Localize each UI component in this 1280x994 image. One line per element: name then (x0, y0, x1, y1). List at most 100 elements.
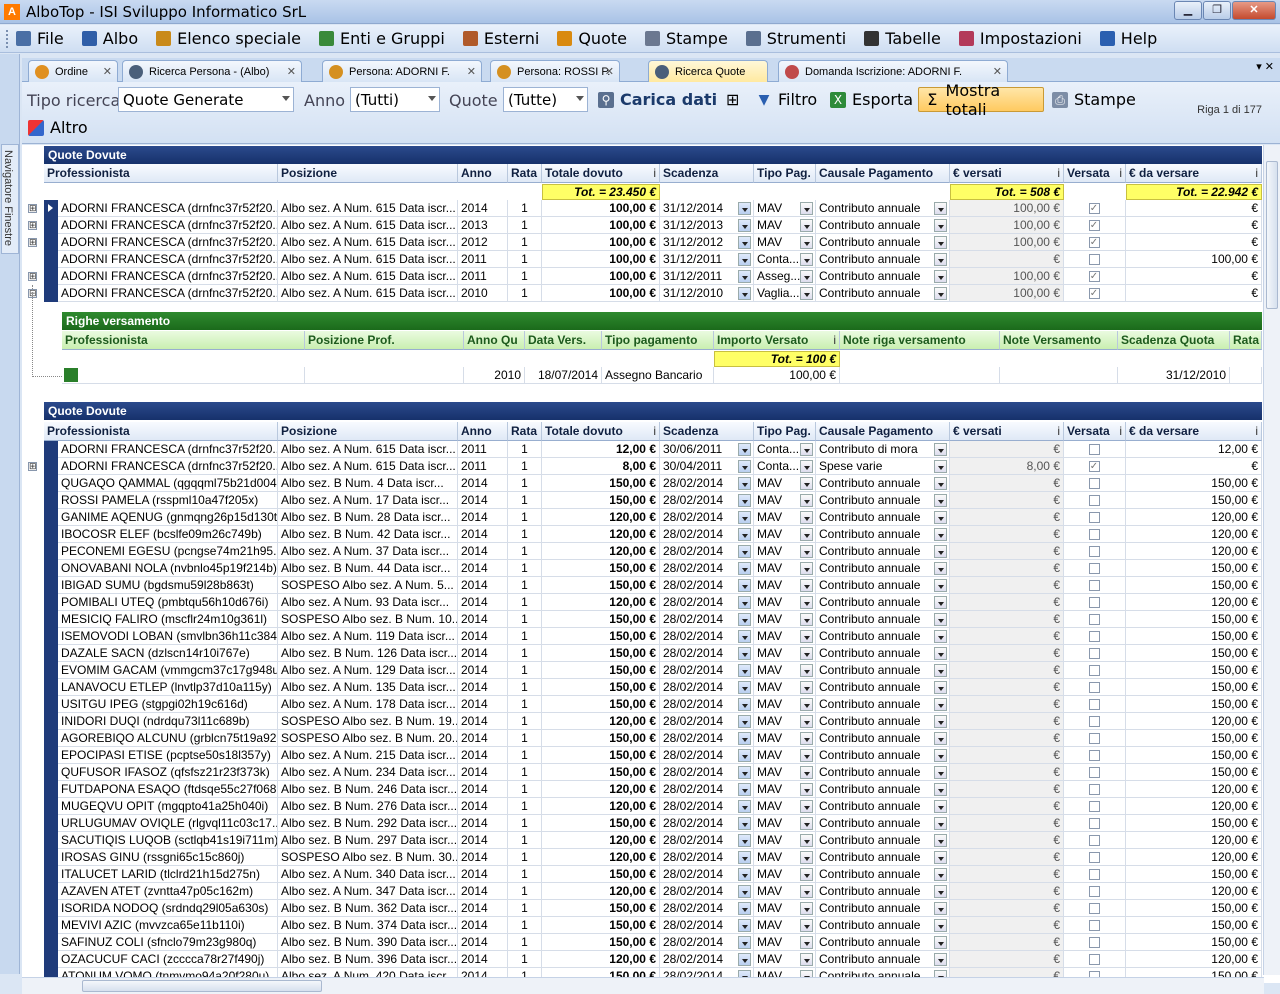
cell-tipo[interactable]: MAV (754, 798, 816, 815)
chevron-down-icon[interactable] (800, 885, 813, 898)
chevron-down-icon[interactable] (800, 766, 813, 779)
cell-scad[interactable]: 28/02/2014 (660, 951, 754, 968)
versata-checkbox[interactable] (1088, 597, 1100, 608)
expand-icon[interactable]: ⊞ (28, 221, 37, 230)
cell-scad[interactable]: 31/12/2014 (660, 200, 754, 217)
cell-versata[interactable] (1064, 441, 1126, 458)
chevron-down-icon[interactable] (738, 851, 751, 864)
cell-scad[interactable]: 30/06/2011 (660, 441, 754, 458)
chevron-down-icon[interactable] (934, 766, 947, 779)
cell-causale[interactable]: Contributo annuale (816, 900, 950, 917)
cell-tipo[interactable]: MAV (754, 934, 816, 951)
cell-tipo[interactable]: MAV (754, 475, 816, 492)
expand-icon[interactable]: ⊞ (28, 272, 37, 281)
cell-versata[interactable] (1064, 611, 1126, 628)
row-indicator[interactable] (44, 815, 58, 832)
versata-checkbox[interactable] (1088, 699, 1100, 710)
chevron-down-icon[interactable] (934, 834, 947, 847)
tab-ordine[interactable]: Ordine ✕ (28, 60, 118, 82)
versata-checkbox[interactable] (1088, 903, 1100, 914)
cell-scad[interactable]: 28/02/2014 (660, 832, 754, 849)
cell-causale[interactable]: Contributo annuale (816, 526, 950, 543)
cell-tipo[interactable]: MAV (754, 900, 816, 917)
chevron-down-icon[interactable] (800, 219, 813, 232)
cell-causale[interactable]: Contributo annuale (816, 713, 950, 730)
versata-checkbox[interactable] (1088, 495, 1100, 506)
chevron-down-icon[interactable] (934, 783, 947, 796)
mostra-totali-button[interactable]: Σ Mostra totali (918, 81, 1044, 119)
chevron-down-icon[interactable] (934, 715, 947, 728)
chevron-down-icon[interactable] (934, 579, 947, 592)
cell-causale[interactable]: Contributo annuale (816, 492, 950, 509)
cell-tipo[interactable]: MAV (754, 883, 816, 900)
cell-scad[interactable]: 28/02/2014 (660, 662, 754, 679)
column-header[interactable]: Versata i (1064, 422, 1126, 441)
cell-causale[interactable]: Contributo annuale (816, 217, 950, 234)
row-indicator[interactable] (44, 268, 58, 285)
chevron-down-icon[interactable] (934, 253, 947, 266)
column-header[interactable]: Professionista (62, 331, 305, 350)
chevron-down-icon[interactable] (934, 681, 947, 694)
chevron-down-icon[interactable] (800, 749, 813, 762)
quote-select[interactable]: (Tutte) (503, 87, 588, 112)
cell-scad[interactable]: 28/02/2014 (660, 577, 754, 594)
cell-causale[interactable]: Contributo annuale (816, 883, 950, 900)
row-indicator[interactable] (44, 526, 58, 543)
cell-scad[interactable]: 28/02/2014 (660, 594, 754, 611)
expand-button[interactable]: ⊞ (720, 87, 745, 112)
cell-causale[interactable]: Contributo di mora (816, 441, 950, 458)
cell-tipo[interactable]: MAV (754, 234, 816, 251)
cell-tipo[interactable]: MAV (754, 917, 816, 934)
cell-causale[interactable]: Contributo annuale (816, 543, 950, 560)
chevron-down-icon[interactable] (800, 698, 813, 711)
cell-tipo[interactable]: MAV (754, 526, 816, 543)
versata-checkbox[interactable] (1088, 563, 1100, 574)
row-indicator[interactable] (44, 645, 58, 662)
close-icon[interactable]: ✕ (287, 65, 296, 78)
close-icon[interactable]: ✕ (605, 65, 614, 78)
cell-scad[interactable]: 28/02/2014 (660, 917, 754, 934)
row-indicator[interactable] (44, 747, 58, 764)
row-indicator[interactable] (44, 475, 58, 492)
chevron-down-icon[interactable] (738, 219, 751, 232)
chevron-down-icon[interactable] (738, 783, 751, 796)
cell-versata[interactable] (1064, 577, 1126, 594)
altro-button[interactable]: Altro (22, 115, 94, 140)
row-indicator[interactable] (44, 798, 58, 815)
cell-causale[interactable]: Contributo annuale (816, 849, 950, 866)
column-header[interactable]: Tipo pagamento (602, 331, 714, 350)
cell-scad[interactable]: 28/02/2014 (660, 849, 754, 866)
row-indicator[interactable] (44, 832, 58, 849)
cell-scad[interactable]: 31/12/2011 (660, 268, 754, 285)
cell-causale[interactable]: Contributo annuale (816, 798, 950, 815)
tab-persona-rossi-p[interactable]: Persona: ROSSI P. ✕ (490, 60, 620, 82)
row-indicator[interactable] (44, 594, 58, 611)
chevron-down-icon[interactable] (738, 596, 751, 609)
cell-scad[interactable]: 28/02/2014 (660, 475, 754, 492)
cell-versata[interactable] (1064, 934, 1126, 951)
cell-scad[interactable]: 28/02/2014 (660, 798, 754, 815)
tab-ricerca-quote[interactable]: Ricerca Quote (648, 60, 768, 82)
versata-checkbox[interactable] (1088, 529, 1100, 540)
menu-grip[interactable] (6, 29, 10, 48)
chevron-down-icon[interactable] (800, 562, 813, 575)
cell-causale[interactable]: Contributo annuale (816, 730, 950, 747)
cell-scad[interactable]: 28/02/2014 (660, 696, 754, 713)
tab-ricerca-persona-albo[interactable]: Ricerca Persona - (Albo) ✕ (122, 60, 302, 82)
chevron-down-icon[interactable] (800, 647, 813, 660)
scroll-thumb[interactable] (1266, 161, 1278, 309)
row-indicator[interactable] (44, 866, 58, 883)
cell-causale[interactable]: Contributo annuale (816, 645, 950, 662)
cell-causale[interactable]: Contributo annuale (816, 951, 950, 968)
vertical-scrollbar[interactable] (1263, 145, 1280, 975)
cell-causale[interactable]: Contributo annuale (816, 832, 950, 849)
cell-tipo[interactable]: MAV (754, 951, 816, 968)
versata-checkbox[interactable]: ✓ (1088, 203, 1100, 214)
chevron-down-icon[interactable] (800, 545, 813, 558)
chevron-down-icon[interactable] (738, 613, 751, 626)
tab-domanda-iscrizione-adorni-f[interactable]: Domanda Iscrizione: ADORNI F. ✕ (778, 60, 1008, 82)
cell-versata[interactable] (1064, 866, 1126, 883)
menu-esterni[interactable]: Esterni (462, 29, 539, 48)
close-button[interactable]: ✕ (1232, 1, 1276, 20)
cell-causale[interactable]: Contributo annuale (816, 866, 950, 883)
